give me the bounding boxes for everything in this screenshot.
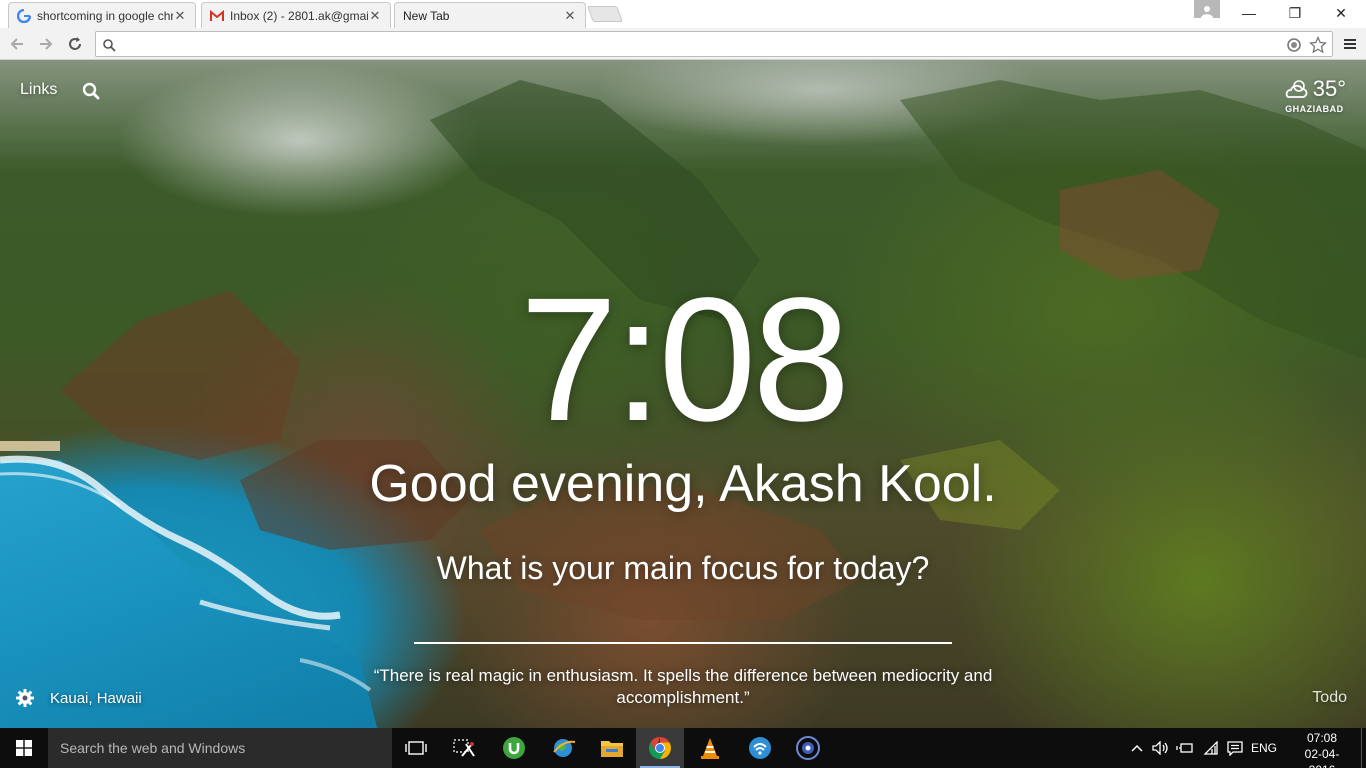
arrow-left-icon [10,38,23,50]
close-icon[interactable]: ✕ [173,8,187,23]
window-close-button[interactable]: ✕ [1318,0,1364,26]
minimize-button[interactable]: — [1226,0,1272,26]
show-desktop-button[interactable] [1361,728,1366,768]
wifi-app-button[interactable] [736,728,784,768]
taskbar-date: 02-04-2016 [1304,747,1340,768]
photo-location[interactable]: Kauai, Hawaii [50,690,142,707]
wifi-circle-icon [749,737,771,759]
audio-icon [796,736,820,760]
clock-display: 7:08 [519,262,851,458]
reload-icon [69,37,81,50]
notification-icon [1227,740,1243,756]
taskbar-time: 07:08 [1306,731,1338,745]
tab-title: New Tab [403,8,450,23]
forward-button[interactable] [34,32,58,56]
close-icon[interactable]: ✕ [368,8,382,23]
vlc-button[interactable] [686,728,734,768]
tab-title: Inbox (2) - 2801.ak@gmail [230,8,368,23]
snipping-tool-icon [453,739,475,757]
reload-button[interactable] [63,32,87,56]
globe-icon [553,739,576,757]
arrow-right-icon [40,38,53,50]
file-explorer-button[interactable] [588,728,636,768]
audio-app-button[interactable] [784,728,832,768]
network-tray[interactable] [1200,728,1222,768]
chrome-menu-button[interactable] [1338,32,1362,56]
taskbar-search-box[interactable]: Search the web and Windows [48,728,392,768]
input-language[interactable]: ENG [1248,728,1280,768]
windows-logo-icon [16,740,32,756]
momentum-page: Links 35° GHAZIABAD 7:08 Good evening, A… [0,60,1366,728]
globe-app-button[interactable] [540,728,588,768]
temperature: 35° [1312,76,1346,101]
tab-gmail[interactable]: Inbox (2) - 2801.ak@gmail ✕ [201,2,391,28]
tab-shortcoming[interactable]: shortcoming in google chr ✕ [8,2,196,28]
weather-widget[interactable]: 35° GHAZIABAD [1283,76,1346,114]
taskbar: Search the web and Windows ENG 07:08 02-… [0,728,1366,768]
chevron-up-icon [1131,744,1143,752]
search-icon [99,35,119,55]
power-tray[interactable] [1174,728,1196,768]
taskbar-search-placeholder: Search the web and Windows [60,740,246,756]
focus-input[interactable] [414,596,952,644]
folder-icon [601,741,623,757]
weather-location: GHAZIABAD [1285,104,1344,114]
tab-new-tab[interactable]: New Tab ✕ [394,2,586,28]
utorrent-button[interactable] [490,728,538,768]
profile-avatar-icon[interactable] [1194,0,1220,18]
chrome-taskbar-button[interactable] [636,728,684,768]
action-center-tray[interactable] [1224,728,1246,768]
new-tab-button[interactable] [587,6,623,22]
tab-title: shortcoming in google chr [37,8,173,23]
chrome-icon [649,737,671,759]
partly-cloudy-icon [1285,80,1308,98]
address-input[interactable] [120,34,1280,54]
back-button[interactable] [5,32,29,56]
browser-tab-strip: shortcoming in google chr ✕ Inbox (2) - … [0,0,1366,28]
google-g-icon [17,8,31,23]
links-button[interactable]: Links [20,81,57,99]
battery-plug-icon [1176,743,1193,753]
focus-question: What is your main focus for today? [436,550,930,586]
gmail-icon [210,9,224,23]
taskbar-clock[interactable]: 07:08 02-04-2016 [1292,730,1352,768]
volume-tray[interactable] [1150,728,1172,768]
task-view-icon [405,741,427,755]
browser-toolbar [0,28,1366,60]
show-hidden-icons[interactable] [1128,728,1146,768]
task-view-button[interactable] [392,728,440,768]
greeting: Good evening, Akash Kool. [369,455,997,513]
vlc-icon [701,738,719,759]
close-icon[interactable]: ✕ [563,8,577,23]
todo-button[interactable]: Todo [1312,689,1347,707]
bookmark-star-icon[interactable] [1308,35,1328,55]
daily-quote: “There is real magic in enthusiasm. It s… [373,666,993,707]
wifi-icon [1203,741,1218,755]
start-button[interactable] [0,728,48,768]
maximize-button[interactable]: ❐ [1272,0,1318,26]
address-bar[interactable] [95,31,1333,57]
snipping-tool-button[interactable] [440,728,488,768]
utorrent-icon [503,737,525,759]
location-target-icon[interactable] [1284,35,1304,55]
hamburger-menu-icon [1344,39,1356,49]
search-icon[interactable] [82,82,100,100]
speaker-icon [1152,741,1168,755]
gear-icon[interactable] [15,688,35,708]
